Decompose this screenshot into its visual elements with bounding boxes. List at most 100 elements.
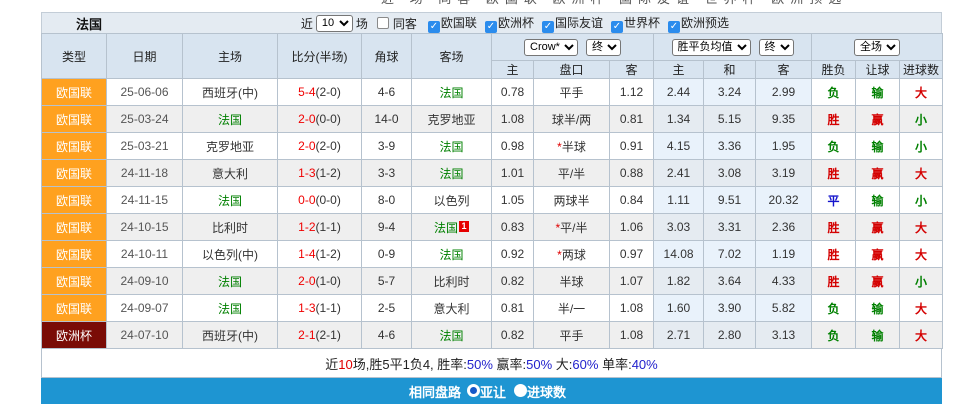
home-team: 西班牙(中)	[183, 322, 278, 349]
league-checkbox-4[interactable]: ✓	[668, 21, 680, 33]
match-row: 欧国联25-03-21克罗地亚2-0(2-0)3-9法国0.98*半球0.914…	[42, 133, 943, 160]
avg-odds-draw: 7.02	[704, 241, 756, 268]
same-trend-label: 相同盘路	[409, 382, 461, 401]
sub-header-7: 让球	[856, 61, 900, 79]
league-checkbox-3[interactable]: ✓	[611, 21, 623, 33]
corner-score: 0-9	[362, 241, 412, 268]
summary-text: 近10场,胜5平1负4, 胜率:50% 赢率:50% 大:60% 单率:40%	[325, 354, 657, 373]
avg-odds-select[interactable]: 胜平负均值	[672, 39, 751, 56]
filter-bar: 法国 近 10 场 同客 ✓欧国联✓欧洲杯✓国际友谊✓世界杯✓欧洲预选	[41, 12, 942, 33]
avg-odds-draw: 3.08	[704, 160, 756, 187]
summary-part: 50%	[467, 357, 493, 372]
summary-part: 10	[338, 357, 352, 372]
corner-score: 4-6	[362, 79, 412, 106]
away-team: 克罗地亚	[412, 106, 492, 133]
footer-radio-label-0[interactable]: 亚让	[480, 385, 506, 400]
goals-result: 大	[900, 214, 943, 241]
avg-odds-lose: 20.32	[756, 187, 812, 214]
away-team: 法国	[412, 79, 492, 106]
league-checkbox-0[interactable]: ✓	[428, 21, 440, 33]
sub-header-4: 和	[704, 61, 756, 79]
match-date: 24-11-15	[107, 187, 183, 214]
match-date: 24-10-15	[107, 214, 183, 241]
handicap-result: 赢	[856, 160, 900, 187]
handicap-line: *两球	[534, 241, 610, 268]
col-header-type: 类型	[42, 34, 107, 79]
match-date: 25-06-06	[107, 79, 183, 106]
match-result: 负	[812, 133, 856, 160]
match-result: 平	[812, 187, 856, 214]
fullmatch-select[interactable]: 全场	[854, 39, 900, 56]
corner-score: 8-0	[362, 187, 412, 214]
avg-odds-win: 1.34	[654, 106, 704, 133]
team-title: 法国	[76, 14, 102, 33]
away-team: 意大利	[412, 295, 492, 322]
final-select-handicap[interactable]: 终	[586, 39, 621, 56]
result-group-header: 全场	[812, 34, 943, 61]
league-checkbox-2[interactable]: ✓	[542, 21, 554, 33]
goals-result: 小	[900, 268, 943, 295]
match-row: 欧洲杯24-07-10西班牙(中)2-1(2-1)4-6法国0.82平手1.08…	[42, 322, 943, 349]
match-result: 胜	[812, 106, 856, 133]
avg-odds-win: 3.03	[654, 214, 704, 241]
league-label-0: 欧国联	[441, 16, 477, 30]
match-row: 欧国联25-06-06西班牙(中)5-4(2-0)4-6法国0.78平手1.12…	[42, 79, 943, 106]
avg-odds-lose: 2.99	[756, 79, 812, 106]
match-result: 胜	[812, 160, 856, 187]
summary-part: 60%	[572, 357, 598, 372]
score: 1-2(1-1)	[278, 214, 362, 241]
recent-count-select[interactable]: 10	[316, 15, 353, 32]
summary-part: 赢率:	[493, 357, 526, 372]
match-result: 负	[812, 322, 856, 349]
avg-odds-group-header: 胜平负均值 终	[654, 34, 812, 61]
away-team: 比利时	[412, 268, 492, 295]
avg-odds-lose: 1.19	[756, 241, 812, 268]
col-header-date: 日期	[107, 34, 183, 79]
handicap-result: 输	[856, 187, 900, 214]
league-label-2: 国际友谊	[555, 16, 603, 30]
handicap-line: 两球半	[534, 187, 610, 214]
match-row: 欧国联24-11-18意大利1-3(1-2)3-3法国1.01平/半0.882.…	[42, 160, 943, 187]
league-checkbox-1[interactable]: ✓	[485, 21, 497, 33]
handicap-line: 球半/两	[534, 106, 610, 133]
handicap-odds-away: 0.88	[610, 160, 654, 187]
sub-header-2: 客	[610, 61, 654, 79]
goals-result: 小	[900, 187, 943, 214]
handicap-odds-home: 0.83	[492, 214, 534, 241]
final-select-avg[interactable]: 终	[759, 39, 794, 56]
footer-radio-0[interactable]	[467, 384, 480, 397]
handicap-odds-home: 1.05	[492, 187, 534, 214]
avg-odds-win: 1.60	[654, 295, 704, 322]
footer-radio-1[interactable]	[514, 384, 527, 397]
match-result: 胜	[812, 214, 856, 241]
avg-odds-win: 2.44	[654, 79, 704, 106]
corner-score: 3-9	[362, 133, 412, 160]
matches-label: 场	[356, 15, 368, 32]
match-date: 24-07-10	[107, 322, 183, 349]
handicap-odds-away: 1.06	[610, 214, 654, 241]
avg-odds-draw: 5.15	[704, 106, 756, 133]
handicap-odds-away: 1.07	[610, 268, 654, 295]
avg-odds-lose: 5.82	[756, 295, 812, 322]
sub-header-3: 主	[654, 61, 704, 79]
sub-header-6: 胜负	[812, 61, 856, 79]
handicap-line: 平/半	[534, 160, 610, 187]
footer-radio-label-1[interactable]: 进球数	[527, 385, 566, 400]
handicap-result: 赢	[856, 268, 900, 295]
bookmaker-select[interactable]: Crow*	[524, 39, 578, 56]
home-team: 意大利	[183, 160, 278, 187]
avg-odds-win: 1.11	[654, 187, 704, 214]
league-filters: ✓欧国联✓欧洲杯✓国际友谊✓世界杯✓欧洲预选	[422, 14, 731, 33]
avg-odds-win: 2.71	[654, 322, 704, 349]
league-type-badge: 欧国联	[42, 106, 107, 133]
match-row: 欧国联24-10-11以色列(中)1-4(1-2)0-9法国0.92*两球0.9…	[42, 241, 943, 268]
clipped-text: 近 场 同客 欧国联 欧洲杯 国际友谊 世界杯 欧洲预选	[381, 0, 847, 7]
sub-header-1: 盘口	[534, 61, 610, 79]
match-date: 24-10-11	[107, 241, 183, 268]
handicap-odds-home: 0.78	[492, 79, 534, 106]
handicap-odds-home: 1.08	[492, 106, 534, 133]
same-away-checkbox[interactable]	[377, 17, 389, 29]
match-row: 欧国联24-09-07法国1-3(1-1)2-5意大利0.81半/一1.081.…	[42, 295, 943, 322]
score: 2-0(0-0)	[278, 106, 362, 133]
handicap-line: 半/一	[534, 295, 610, 322]
